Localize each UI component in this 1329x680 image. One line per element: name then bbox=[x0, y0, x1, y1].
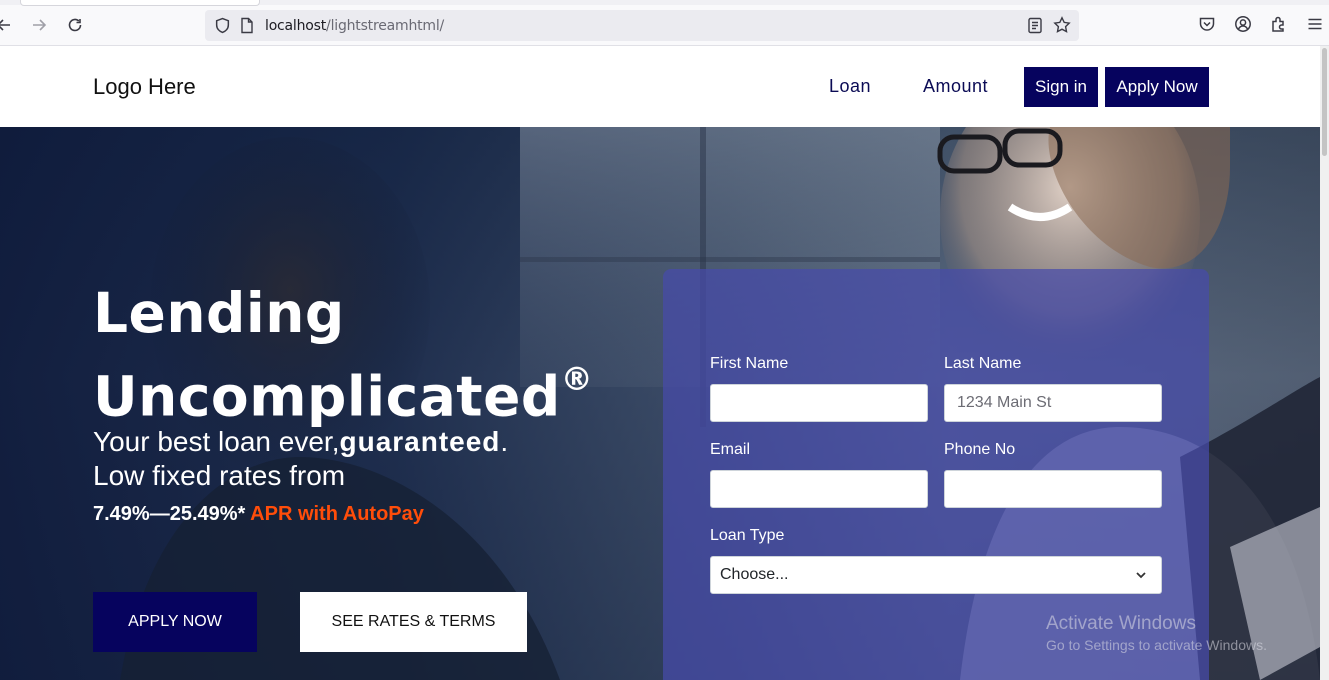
email-label: Email bbox=[710, 441, 751, 458]
last-name-label: Last Name bbox=[944, 355, 1022, 372]
nav-loan[interactable]: Loan bbox=[829, 76, 871, 97]
extensions-icon[interactable] bbox=[1270, 15, 1288, 33]
phone-field[interactable] bbox=[944, 470, 1162, 508]
url-path: /lightstreamhtml/ bbox=[326, 18, 445, 34]
registered-mark: ® bbox=[560, 360, 594, 398]
first-name-field[interactable] bbox=[710, 384, 928, 422]
rate-range: 7.49%—25.49%* bbox=[93, 503, 246, 525]
pocket-icon[interactable] bbox=[1198, 15, 1216, 33]
page-icon[interactable] bbox=[240, 17, 254, 34]
browser-toolbar: localhost/lightstreamhtml/ bbox=[0, 0, 1329, 46]
nav-amount[interactable]: Amount bbox=[923, 76, 988, 97]
account-icon[interactable] bbox=[1234, 15, 1252, 33]
hero-sub-line2: Low fixed rates from bbox=[93, 460, 346, 491]
logo[interactable]: Logo Here bbox=[93, 74, 196, 100]
reader-view-icon[interactable] bbox=[1027, 17, 1043, 34]
url-text[interactable]: localhost/lightstreamhtml/ bbox=[265, 18, 444, 34]
last-name-field[interactable]: 1234 Main St bbox=[944, 384, 1162, 422]
apr-autopay-text: APR with AutoPay bbox=[250, 503, 424, 525]
apr-line: 7.49%—25.49%* APR with AutoPay bbox=[93, 503, 424, 526]
watermark-line1: Activate Windows bbox=[1046, 613, 1196, 634]
page-scrollbar[interactable] bbox=[1320, 46, 1329, 680]
scrollbar-thumb[interactable] bbox=[1322, 48, 1327, 156]
see-rates-terms-button[interactable]: SEE RATES & TERMS bbox=[300, 592, 527, 652]
hero-sub-text-c: . bbox=[500, 426, 509, 457]
watermark-line2: Go to Settings to activate Windows. bbox=[1046, 637, 1267, 653]
apply-now-button[interactable]: APPLY NOW bbox=[93, 592, 257, 652]
hero-title-line1: Lending bbox=[93, 281, 345, 345]
url-host: localhost bbox=[265, 18, 327, 34]
forward-icon[interactable] bbox=[29, 15, 49, 35]
phone-label: Phone No bbox=[944, 441, 1016, 458]
hero-title: Lending Uncomplicated® bbox=[93, 277, 613, 432]
activate-windows-watermark: Activate Windows Go to Settings to activ… bbox=[1046, 613, 1267, 653]
site-header: Logo Here Loan Amount Sign in Apply Now bbox=[0, 46, 1320, 127]
first-name-label: First Name bbox=[710, 355, 789, 372]
hero-subtitle: Your best loan ever,guaranteed. Low fixe… bbox=[93, 425, 593, 493]
loan-type-label: Loan Type bbox=[710, 527, 785, 544]
hero-sub-text-a: Your best loan ever, bbox=[93, 426, 340, 457]
loan-type-select[interactable]: Choose... bbox=[710, 556, 1162, 594]
email-field[interactable] bbox=[710, 470, 928, 508]
reload-icon[interactable] bbox=[65, 15, 85, 35]
active-tab[interactable] bbox=[20, 0, 260, 6]
back-icon[interactable] bbox=[0, 15, 14, 35]
address-bar[interactable]: localhost/lightstreamhtml/ bbox=[205, 10, 1079, 41]
bookmark-star-icon[interactable] bbox=[1053, 16, 1071, 34]
hero-sub-emphasis: guaranteed bbox=[339, 426, 501, 457]
hero-section: Lending Uncomplicated® Your best loan ev… bbox=[0, 127, 1320, 680]
loan-type-selected-value: Choose... bbox=[720, 566, 789, 583]
menu-icon[interactable] bbox=[1306, 15, 1324, 33]
apply-now-header-button[interactable]: Apply Now bbox=[1105, 67, 1209, 107]
hero-title-line2: Uncomplicated bbox=[93, 364, 561, 429]
shield-icon[interactable] bbox=[214, 17, 231, 34]
chevron-down-icon bbox=[1136, 572, 1146, 579]
sign-in-button[interactable]: Sign in bbox=[1024, 67, 1098, 107]
